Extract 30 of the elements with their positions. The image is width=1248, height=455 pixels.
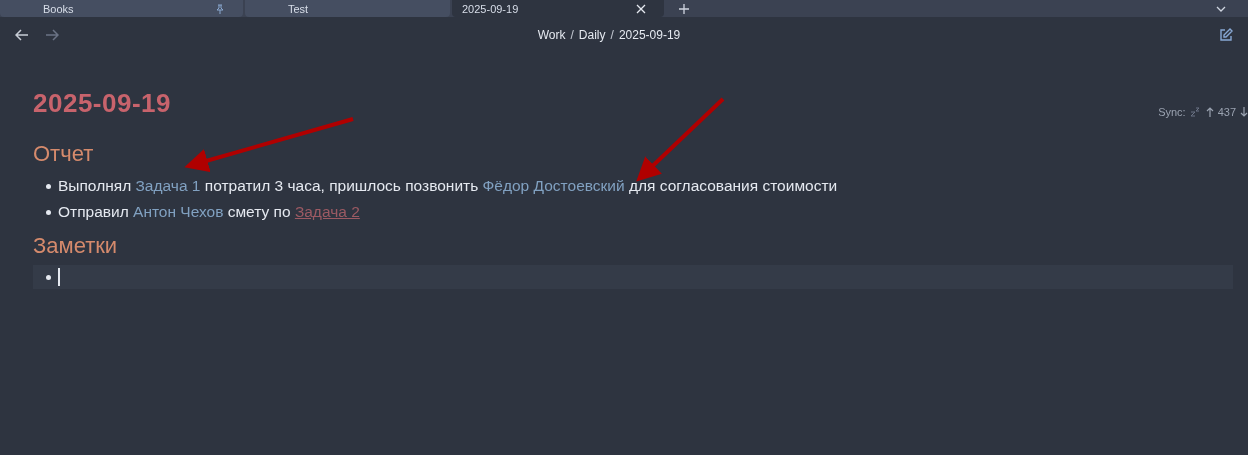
breadcrumb-item[interactable]: Work	[537, 27, 566, 42]
sleep-icon	[1189, 107, 1202, 117]
note-title: 2025-09-19	[33, 88, 171, 119]
sync-label: Sync:	[1158, 106, 1186, 118]
bullet-icon	[46, 274, 51, 280]
back-arrow-icon[interactable]	[15, 28, 29, 41]
plus-icon[interactable]	[679, 3, 689, 14]
bullet-text: Отправил Антон Чехов смету по Задача 2	[58, 203, 360, 221]
breadcrumb-separator: /	[610, 27, 614, 42]
bullet-icon	[46, 183, 51, 189]
breadcrumb-item[interactable]: Daily	[578, 27, 606, 42]
note-link[interactable]: Фёдор Достоевский	[482, 177, 625, 194]
edit-icon[interactable]	[1219, 27, 1233, 42]
down-arrow-icon	[1240, 107, 1248, 117]
chevron-down-icon[interactable]	[1216, 4, 1226, 13]
section-heading: Отчет	[33, 141, 95, 167]
sync-count: 437	[1217, 106, 1236, 118]
tab[interactable]: Books	[0, 0, 243, 17]
section-heading: Заметки	[33, 233, 119, 259]
tab[interactable]: 2025-09-19	[452, 0, 664, 17]
close-icon[interactable]	[636, 3, 646, 14]
breadcrumb-separator: /	[570, 27, 574, 42]
note-link[interactable]: Задача 1	[135, 177, 201, 194]
bullet-icon	[46, 209, 51, 215]
up-arrow-icon	[1205, 107, 1214, 117]
bullet-text: Выполнял Задача 1 потратил 3 часа, пришлось позвонить Фёдор Достоевский для согласования стоимости	[58, 177, 838, 195]
note-link[interactable]: Антон Чехов	[133, 203, 224, 220]
tab[interactable]: Test	[245, 0, 450, 17]
forward-arrow-icon[interactable]	[45, 28, 59, 41]
breadcrumb-item[interactable]: 2025-09-19	[618, 27, 681, 42]
